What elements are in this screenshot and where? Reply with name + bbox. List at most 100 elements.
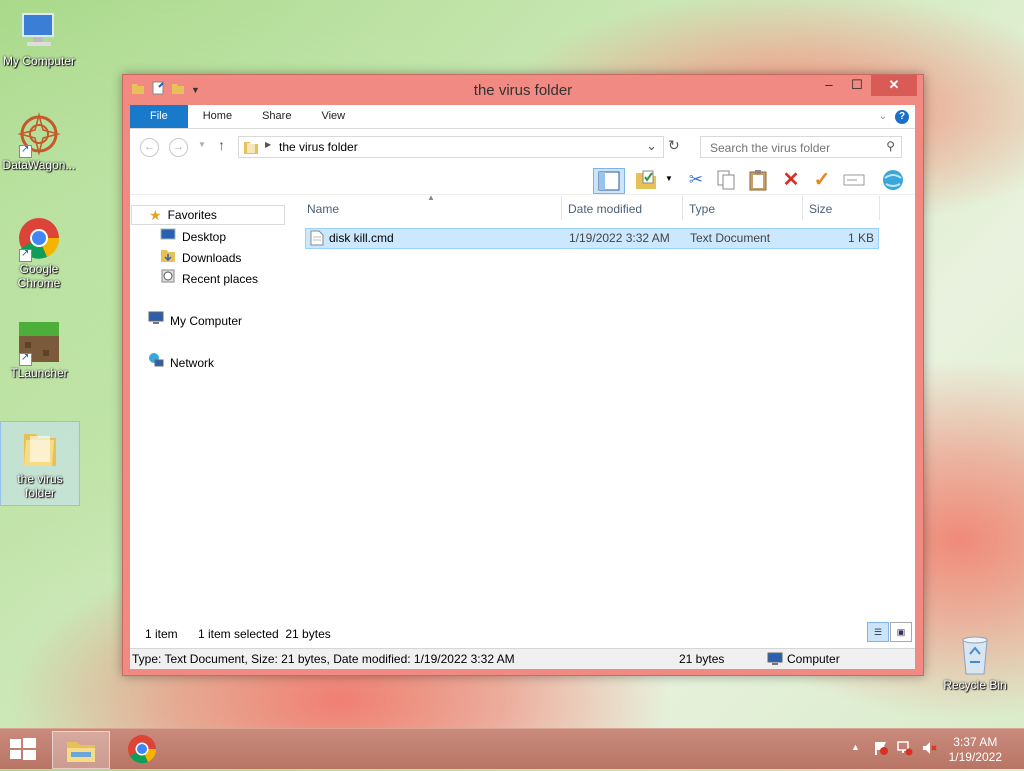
desktop-icon-label: the virus folder	[17, 472, 63, 500]
breadcrumb-chevron-icon[interactable]: ▶	[265, 140, 271, 149]
column-type[interactable]: Type	[689, 202, 715, 216]
nav-desktop[interactable]: Desktop	[160, 227, 226, 247]
refresh-icon[interactable]: ↻	[668, 137, 680, 154]
explorer-window: ▼ the virus folder – ☐ ✕ File Home Share…	[122, 74, 924, 676]
show-hidden-icons-icon[interactable]: ▲	[851, 742, 860, 752]
tab-file[interactable]: File	[130, 105, 188, 128]
column-date-modified[interactable]: Date modified	[568, 202, 642, 216]
desktop-icon-label: Recycle Bin	[943, 678, 1007, 692]
details-text: Type: Text Document, Size: 21 bytes, Dat…	[132, 652, 515, 666]
help-icon[interactable]: ?	[895, 109, 909, 124]
search-box[interactable]: ⚲	[700, 136, 902, 158]
computer-icon	[148, 310, 164, 332]
file-date: 1/19/2022 3:32 AM	[569, 231, 670, 245]
copy-icon[interactable]	[713, 168, 739, 192]
nav-recent-places[interactable]: Recent places	[160, 269, 258, 289]
recent-locations-icon[interactable]: ▼	[198, 140, 206, 149]
nav-network[interactable]: Network	[148, 353, 214, 373]
start-button[interactable]	[8, 736, 38, 762]
window-title: the virus folder	[473, 82, 573, 99]
column-size[interactable]: Size	[809, 202, 832, 216]
nav-my-computer[interactable]: My Computer	[148, 311, 242, 331]
file-type: Text Document	[690, 231, 771, 245]
folder-icon	[18, 426, 62, 470]
delete-icon[interactable]: ✕	[778, 168, 804, 192]
minimize-button[interactable]: –	[815, 75, 843, 96]
tab-view[interactable]: View	[306, 105, 360, 128]
cut-icon[interactable]: ✂	[683, 168, 709, 192]
desktop-icon	[160, 227, 176, 247]
desktop-icon-my-computer[interactable]: My Computer	[0, 8, 78, 68]
taskbar-chrome[interactable]	[114, 731, 170, 767]
details-bytes: 21 bytes	[679, 652, 725, 666]
nav-label: My Computer	[170, 314, 243, 328]
recent-places-icon	[160, 268, 176, 290]
desktop-icon-recycle-bin[interactable]: Recycle Bin	[936, 632, 1014, 692]
windows-logo-icon	[10, 738, 36, 760]
chrome-icon	[128, 735, 157, 764]
shortcut-arrow-icon	[19, 351, 32, 366]
check-icon[interactable]: ✓	[809, 168, 835, 192]
selection-info: 1 item selected 21 bytes	[198, 627, 331, 641]
nav-label: Favorites	[167, 208, 217, 222]
address-row: ← → ▼ ↑ ▶ the virus folder ⌄ ↻ ⚲	[130, 129, 915, 164]
maximize-button[interactable]: ☐	[843, 75, 871, 96]
address-dropdown-icon[interactable]: ⌄	[646, 138, 657, 154]
nav-label: Network	[170, 356, 215, 370]
paste-icon[interactable]	[745, 168, 771, 192]
shortcut-arrow-icon	[19, 247, 32, 262]
tab-share[interactable]: Share	[247, 105, 306, 128]
table-row[interactable]: disk kill.cmd 1/19/2022 3:32 AM Text Doc…	[305, 228, 879, 249]
desktop-icon-tlauncher[interactable]: TLauncher	[0, 320, 78, 380]
recycle-bin-icon	[953, 632, 997, 676]
back-button[interactable]: ←	[140, 138, 159, 157]
expand-ribbon-icon[interactable]: ⌄	[879, 111, 887, 122]
large-icons-view-button[interactable]: ▣	[890, 622, 912, 642]
desktop-icon-chrome[interactable]: Google Chrome	[0, 216, 78, 290]
close-button[interactable]: ✕	[871, 75, 917, 96]
nav-downloads[interactable]: Downloads	[160, 248, 241, 268]
action-center-icon[interactable]	[873, 740, 889, 759]
preview-pane-icon[interactable]	[593, 168, 625, 194]
explorer-content: File Home Share View ⌄ ? ← → ▼ ↑ ▶ the v…	[130, 105, 915, 669]
taskbar-file-explorer[interactable]	[52, 731, 110, 769]
datawagon-icon	[17, 112, 61, 158]
folder-options-icon[interactable]	[633, 168, 659, 192]
navigation-pane: ★ Favorites Desktop Downloads Recent pla…	[130, 196, 290, 616]
file-icon	[310, 230, 324, 249]
network-status-icon[interactable]	[897, 740, 913, 759]
search-icon[interactable]: ⚲	[886, 139, 895, 153]
downloads-folder-icon	[160, 247, 176, 269]
nav-favorites[interactable]: ★ Favorites	[131, 205, 285, 225]
my-computer-icon	[17, 8, 61, 52]
command-toolbar: ▼ ✂ ✕ ✓	[130, 164, 915, 195]
search-input[interactable]	[708, 140, 882, 156]
globe-icon[interactable]	[880, 168, 906, 192]
folder-options-dropdown-icon[interactable]: ▼	[665, 174, 673, 183]
window-controls: – ☐ ✕	[815, 75, 917, 96]
volume-muted-icon[interactable]	[921, 740, 937, 759]
tab-home[interactable]: Home	[188, 105, 247, 128]
clock-date: 1/19/2022	[948, 750, 1002, 764]
rename-icon[interactable]	[841, 168, 867, 192]
column-name[interactable]: Name	[307, 202, 339, 216]
nav-label: Desktop	[182, 230, 227, 244]
desktop-icon-virus-folder[interactable]: the virus folder	[0, 421, 80, 506]
details-view-button[interactable]: ☰	[867, 622, 889, 642]
desktop-icon-label: Google Chrome	[17, 262, 61, 290]
shortcut-arrow-icon	[19, 143, 32, 158]
address-bar[interactable]: ▶ the virus folder ⌄	[238, 136, 664, 158]
file-explorer-icon	[67, 742, 95, 762]
computer-icon	[767, 652, 783, 669]
nav-label: Recent places	[182, 272, 259, 286]
title-bar[interactable]: ▼ the virus folder – ☐ ✕	[123, 75, 923, 105]
ribbon-right-controls: ⌄ ?	[879, 105, 915, 128]
folder-icon	[243, 139, 259, 158]
system-clock[interactable]: 3:37 AM 1/19/2022	[949, 735, 1002, 765]
breadcrumb[interactable]: the virus folder	[279, 140, 358, 154]
forward-button[interactable]: →	[169, 138, 188, 157]
desktop-icon-datawagon[interactable]: DataWagon...	[0, 112, 78, 172]
nav-label: Downloads	[182, 251, 242, 265]
star-icon: ★	[149, 207, 162, 223]
up-arrow-icon[interactable]: ↑	[218, 137, 225, 153]
